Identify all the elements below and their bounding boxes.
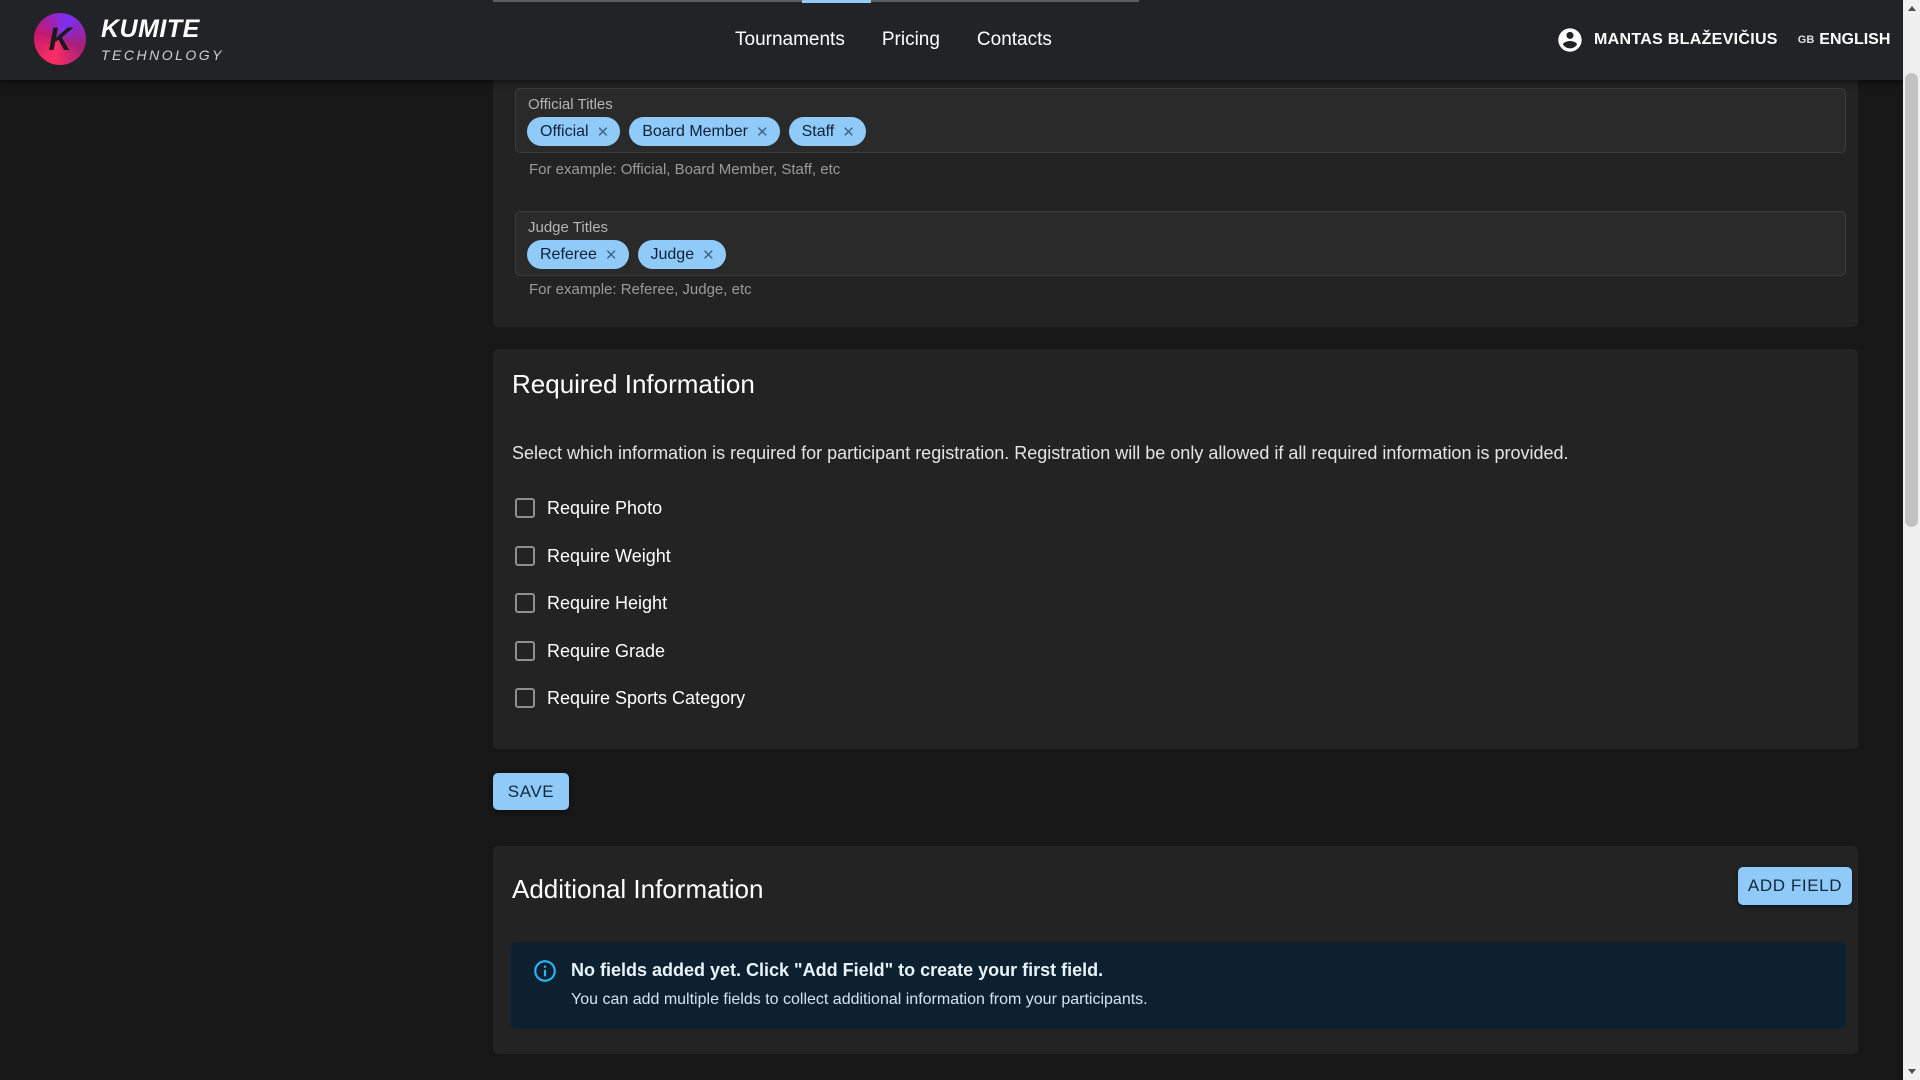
language-flag: GB: [1798, 34, 1815, 46]
scrollbar-thumb[interactable]: [1905, 73, 1918, 527]
page: K KUMITE TECHNOLOGY Tournaments Pricing …: [0, 0, 1920, 1080]
checkbox-label: Require Height: [547, 593, 667, 614]
arrow-up-icon: [1908, 6, 1916, 11]
arrow-down-icon: [1908, 1069, 1916, 1074]
judge-titles-helper: For example: Referee, Judge, etc: [529, 281, 752, 298]
brand-subtitle: TECHNOLOGY: [101, 48, 224, 62]
brand[interactable]: K KUMITE TECHNOLOGY: [34, 13, 224, 65]
additional-info-title: Additional Information: [512, 874, 763, 905]
chip-official[interactable]: Official ✕: [527, 117, 620, 146]
chip-delete-icon[interactable]: ✕: [597, 123, 610, 141]
info-alert: No fields added yet. Click "Add Field" t…: [511, 942, 1846, 1029]
required-info-card: Required Information Select which inform…: [493, 349, 1858, 749]
titles-card: Official Titles Official ✕ Board Member …: [493, 80, 1858, 327]
additional-info-card: Additional Information ADD FIELD No fiel…: [493, 846, 1858, 1054]
language-selector[interactable]: GB ENGLISH: [1798, 31, 1891, 49]
judge-titles-label: Judge Titles: [528, 219, 608, 236]
checkbox-label: Require Sports Category: [547, 688, 745, 709]
add-field-button[interactable]: ADD FIELD: [1738, 867, 1852, 905]
checkbox-row-require-height[interactable]: Require Height: [515, 586, 667, 620]
chip-delete-icon[interactable]: ✕: [842, 123, 855, 141]
avatar-icon[interactable]: [1556, 26, 1584, 54]
navbar: K KUMITE TECHNOLOGY Tournaments Pricing …: [0, 0, 1920, 80]
nav-link-pricing[interactable]: Pricing: [882, 29, 940, 51]
chip-label: Staff: [802, 123, 835, 141]
alert-title: No fields added yet. Click "Add Field" t…: [571, 960, 1103, 981]
brand-text: KUMITE TECHNOLOGY: [101, 16, 224, 61]
save-button[interactable]: SAVE: [493, 773, 569, 810]
brand-logo-icon: K: [34, 13, 86, 65]
scrollbar[interactable]: [1903, 0, 1920, 1080]
brand-name: KUMITE: [101, 16, 224, 42]
chip-delete-icon[interactable]: ✕: [756, 123, 769, 141]
checkbox-row-require-photo[interactable]: Require Photo: [515, 491, 662, 525]
checkbox-row-require-weight[interactable]: Require Weight: [515, 539, 671, 573]
judge-titles-chips: Referee ✕ Judge ✕: [527, 240, 726, 269]
chip-staff[interactable]: Staff ✕: [789, 117, 866, 146]
required-info-description: Select which information is required for…: [512, 443, 1569, 464]
scrollbar-up-button[interactable]: [1903, 0, 1920, 17]
chip-board-member[interactable]: Board Member ✕: [629, 117, 779, 146]
language-label: ENGLISH: [1819, 31, 1890, 49]
checkbox-label: Require Photo: [547, 498, 662, 519]
chip-delete-icon[interactable]: ✕: [605, 246, 618, 264]
checkbox[interactable]: [515, 593, 535, 613]
checkbox-label: Require Grade: [547, 641, 665, 662]
chip-label: Board Member: [642, 123, 748, 141]
user-area: MANTAS BLAŽEVIČIUS GB ENGLISH: [1556, 0, 1890, 80]
chip-referee[interactable]: Referee ✕: [527, 240, 629, 269]
chip-label: Judge: [651, 246, 695, 264]
nav-link-contacts[interactable]: Contacts: [977, 29, 1052, 51]
scrollbar-down-button[interactable]: [1903, 1063, 1920, 1080]
chip-label: Referee: [540, 246, 597, 264]
checkbox[interactable]: [515, 546, 535, 566]
checkbox-label: Require Weight: [547, 546, 671, 567]
user-name[interactable]: MANTAS BLAŽEVIČIUS: [1594, 31, 1778, 49]
chip-delete-icon[interactable]: ✕: [702, 246, 715, 264]
checkbox-row-require-grade[interactable]: Require Grade: [515, 634, 665, 668]
official-titles-field[interactable]: Official Titles Official ✕ Board Member …: [515, 88, 1846, 153]
checkbox-row-require-sports-category[interactable]: Require Sports Category: [515, 681, 745, 715]
nav-link-tournaments[interactable]: Tournaments: [735, 29, 845, 51]
official-titles-label: Official Titles: [528, 96, 613, 113]
required-info-title: Required Information: [512, 369, 755, 400]
alert-body: You can add multiple fields to collect a…: [571, 991, 1148, 1009]
active-tab-indicator: [802, 0, 871, 3]
chip-judge[interactable]: Judge ✕: [638, 240, 726, 269]
chip-label: Official: [540, 123, 589, 141]
official-titles-chips: Official ✕ Board Member ✕ Staff ✕: [527, 117, 866, 146]
checkbox[interactable]: [515, 688, 535, 708]
judge-titles-field[interactable]: Judge Titles Referee ✕ Judge ✕: [515, 211, 1846, 276]
official-titles-helper: For example: Official, Board Member, Sta…: [529, 161, 840, 178]
checkbox[interactable]: [515, 498, 535, 518]
checkbox[interactable]: [515, 641, 535, 661]
nav-links: Tournaments Pricing Contacts: [735, 0, 1052, 80]
info-icon: [532, 958, 558, 984]
